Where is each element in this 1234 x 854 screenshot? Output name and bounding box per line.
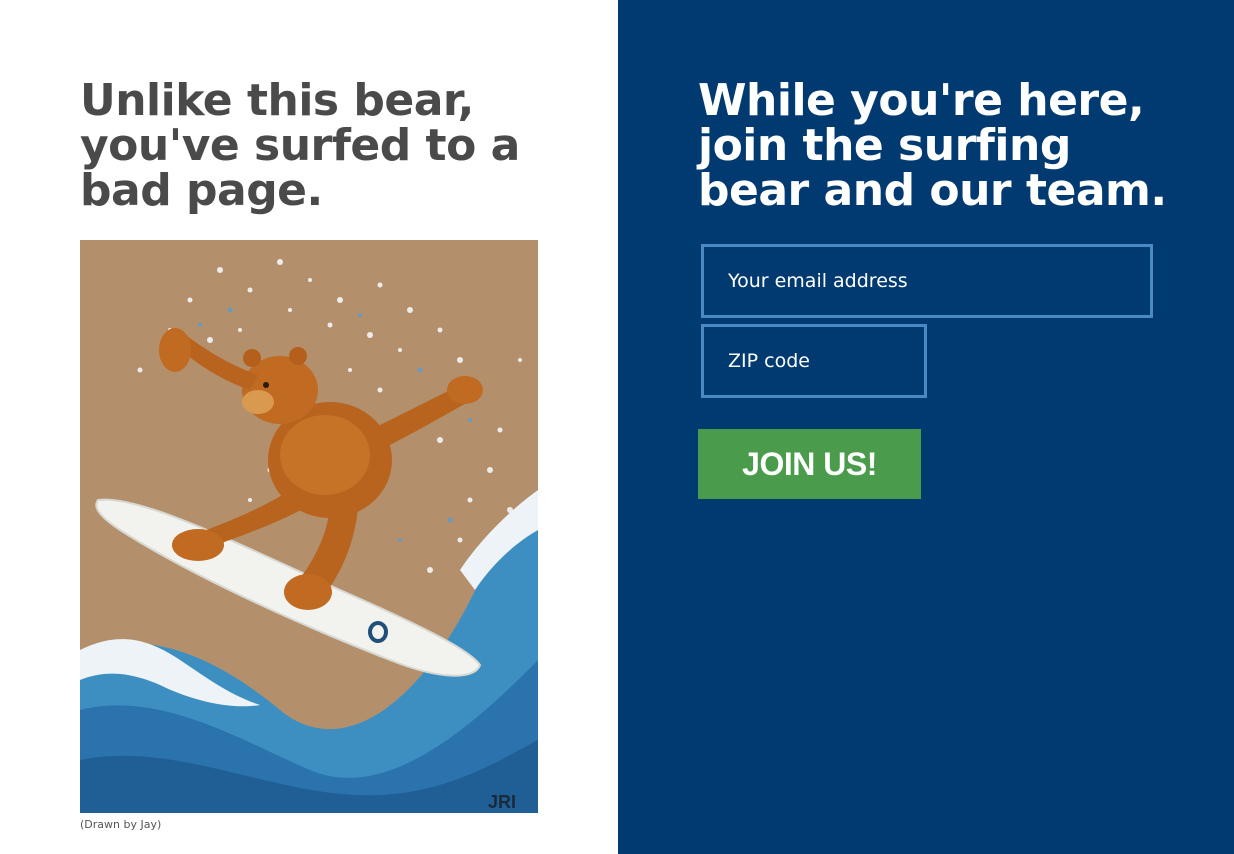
email-field-placeholder: Your email address [728, 270, 908, 292]
error-headline: Unlike this bear, you've surfed to a bad… [80, 78, 550, 213]
signup-headline-line-2: join the surfing [698, 120, 1071, 171]
zip-code-field[interactable]: ZIP code [701, 324, 927, 398]
surfing-bear-artwork: JRI [80, 240, 538, 813]
signup-headline: While you're here, join the surfing bear… [698, 78, 1198, 213]
signup-headline-line-1: While you're here, [698, 75, 1145, 126]
artwork-caption: (Drawn by Jay) [80, 818, 162, 831]
error-panel: Unlike this bear, you've surfed to a bad… [0, 0, 618, 854]
join-us-button[interactable]: JOIN US! [698, 429, 921, 499]
error-headline-line-3: bad page. [80, 165, 323, 216]
email-field[interactable]: Your email address [701, 244, 1153, 318]
svg-text:JRI: JRI [488, 792, 516, 812]
signup-panel: While you're here, join the surfing bear… [618, 0, 1234, 854]
zip-code-field-placeholder: ZIP code [728, 350, 810, 372]
error-headline-line-1: Unlike this bear, [80, 75, 474, 126]
error-headline-line-2: you've surfed to a [80, 120, 520, 171]
signup-headline-line-3: bear and our team. [698, 165, 1167, 216]
